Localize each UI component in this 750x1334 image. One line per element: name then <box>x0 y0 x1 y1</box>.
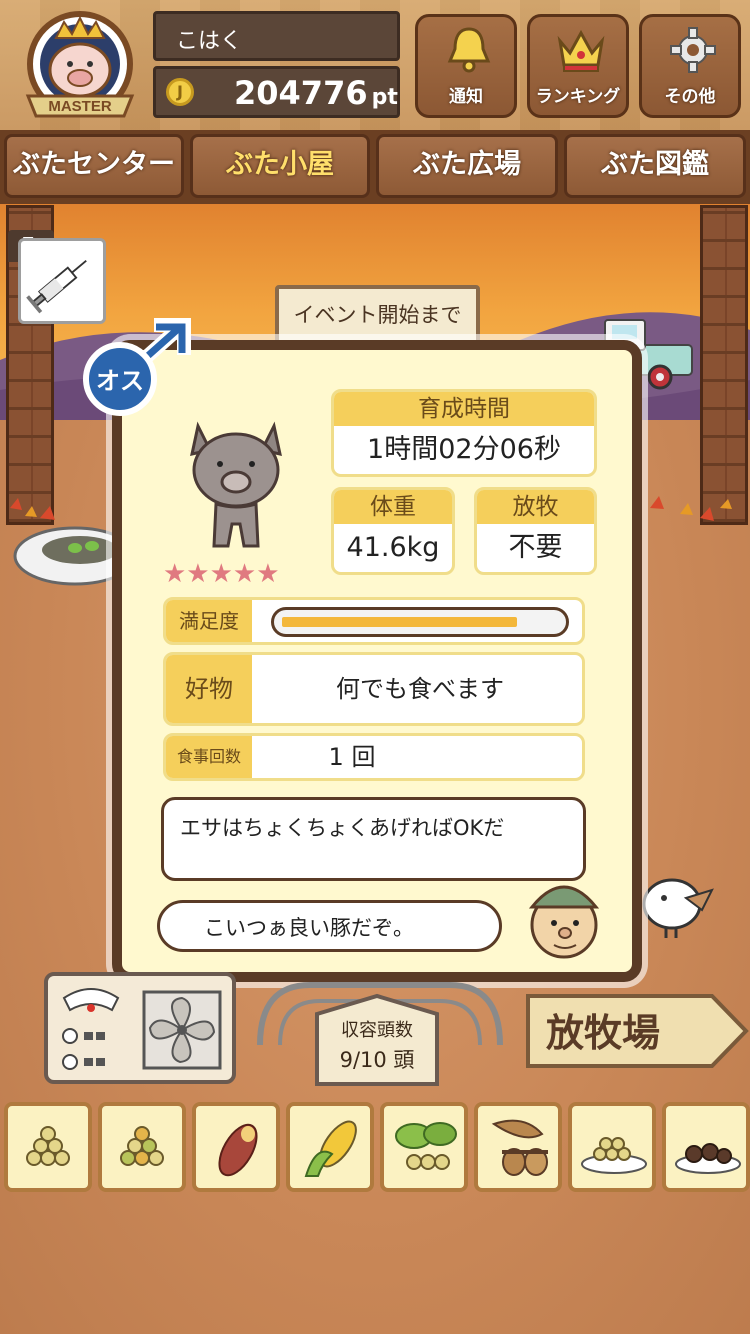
settings-label: その他 <box>664 87 716 107</box>
tab-buta-hut[interactable]: ぶた小屋 <box>190 134 370 198</box>
food-item-3[interactable] <box>192 1102 280 1192</box>
weight-label: 体重 <box>334 490 452 524</box>
sweet-potato-icon <box>218 1123 258 1177</box>
food-item-bar <box>0 1102 750 1196</box>
settings-button[interactable]: その他 <box>639 14 741 118</box>
comment-text: こいつぁ良い豚だぞ。 <box>204 916 414 940</box>
weight-value: 41.6kg <box>346 532 440 563</box>
favorite-food-row: 好物 何でも食べます <box>163 652 585 726</box>
grazing-label: 放牧 <box>477 490 594 524</box>
capacity-value: 9/10 頭 <box>339 1048 415 1072</box>
food-item-2[interactable] <box>98 1102 186 1192</box>
satisfaction-row: 満足度 <box>163 597 585 645</box>
grazing-value: 不要 <box>508 532 563 563</box>
rating-stars: ★★★★★ <box>163 559 280 589</box>
pig-icon <box>190 421 282 548</box>
food-item-4[interactable] <box>286 1102 374 1192</box>
tip-text: エサはちょくちょくあげればOKだ <box>180 816 505 840</box>
master-badge-label: MASTER <box>48 98 112 115</box>
fan-icon[interactable] <box>142 990 222 1070</box>
favorite-food-label: 好物 <box>166 655 252 723</box>
meal-count-label: 食事回数 <box>166 736 252 778</box>
bird-icon <box>642 878 714 938</box>
weight-box: 体重 41.6kg <box>331 487 455 575</box>
grazing-box: 放牧 不要 <box>474 487 597 575</box>
notification-button[interactable]: 通知 <box>415 14 517 118</box>
tab-buta-center[interactable]: ぶたセンター <box>4 134 184 198</box>
raising-time-box: 育成時間 1時間02分06秒 <box>331 389 597 477</box>
coin-icon: J <box>166 78 194 106</box>
username-bar: こはく <box>153 11 400 61</box>
syringe-item-button[interactable] <box>18 238 106 324</box>
comment-speech-bubble: こいつぁ良い豚だぞ。 <box>157 900 502 952</box>
male-gender-icon: オス <box>83 318 191 416</box>
meal-count-value: 1 回 <box>328 743 376 771</box>
points-value: 204776 <box>234 74 368 112</box>
ranking-button[interactable]: ランキング <box>527 14 629 118</box>
capacity-sign: 収容頭数 9/10 頭 <box>313 992 441 1088</box>
username: こはく <box>176 29 243 54</box>
meatball-plate-icon <box>675 1143 741 1174</box>
tab-buta-encyclopedia[interactable]: ぶた図鑑 <box>564 134 746 198</box>
hut-controls <box>44 972 236 1084</box>
master-badge-icon[interactable]: MASTER <box>16 8 144 124</box>
leaf-greens-icon <box>395 1122 457 1170</box>
points-bar: J 204776 pt <box>153 66 400 118</box>
beans-pile-icon <box>26 1126 70 1166</box>
pasture-label: 放牧場 <box>546 1011 661 1055</box>
satisfaction-label: 満足度 <box>166 600 252 642</box>
favorite-food-value: 何でも食べます <box>336 675 504 703</box>
syringe-icon <box>26 259 87 314</box>
corn-icon <box>304 1120 357 1177</box>
bell-icon <box>447 27 491 73</box>
gear-icon <box>670 27 716 73</box>
event-sign-text: イベント開始まで <box>293 303 462 327</box>
raising-time-label: 育成時間 <box>334 392 594 426</box>
notification-label: 通知 <box>449 87 483 107</box>
brick-wall-right <box>700 205 748 525</box>
top-header: MASTER こはく J 204776 pt 通知 ランキング その他 <box>0 0 750 130</box>
acorn-icon <box>491 1119 548 1176</box>
tab-buta-plaza[interactable]: ぶた広場 <box>376 134 558 198</box>
food-item-8[interactable] <box>662 1102 750 1192</box>
raising-time-value: 1時間02分06秒 <box>367 434 561 465</box>
tip-speech-bubble: エサはちょくちょくあげればOKだ <box>161 797 586 881</box>
gender-label: オス <box>96 367 144 395</box>
main-tabs: ぶたセンター ぶた小屋 ぶた広場 ぶた図鑑 <box>0 130 750 204</box>
meal-count-row: 食事回数 1 回 <box>163 733 585 781</box>
food-item-7[interactable] <box>568 1102 656 1192</box>
bean-plate-icon <box>581 1137 647 1174</box>
satisfaction-meter <box>271 607 569 637</box>
food-item-6[interactable] <box>474 1102 562 1192</box>
points-unit: pt <box>371 85 398 110</box>
mixed-beans-icon <box>120 1126 164 1166</box>
food-item-5[interactable] <box>380 1102 468 1192</box>
crown-icon <box>557 29 605 72</box>
capacity-label: 収容頭数 <box>341 1020 413 1041</box>
points-display: 204776 pt <box>234 74 398 112</box>
satisfaction-meter-fill <box>282 617 517 627</box>
food-item-1[interactable] <box>4 1102 92 1192</box>
thermometer-dial-icon[interactable] <box>56 980 126 1080</box>
farmer-icon <box>528 885 600 959</box>
pasture-button[interactable]: 放牧場 <box>524 990 750 1072</box>
ranking-label: ランキング <box>535 87 621 107</box>
